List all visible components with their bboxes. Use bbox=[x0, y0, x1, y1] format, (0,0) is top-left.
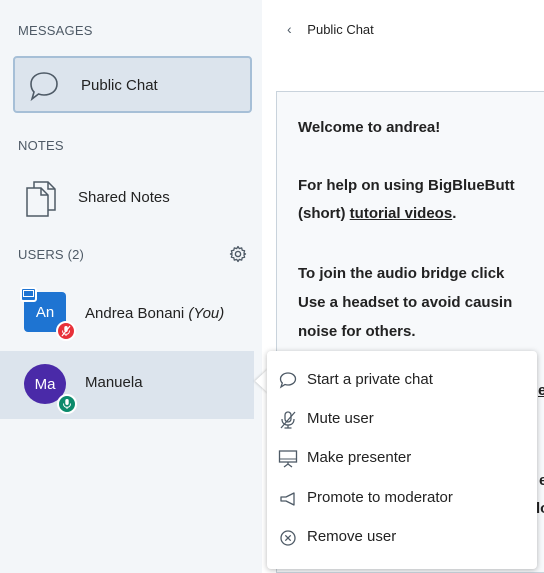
mic-unmuted-badge bbox=[57, 394, 77, 414]
megaphone-icon bbox=[278, 489, 298, 514]
menu-item-remove-user[interactable]: Remove user bbox=[267, 518, 537, 556]
help-line-1: For help on using BigBlueButt bbox=[298, 177, 515, 194]
users-section-title: USERS (2) bbox=[18, 247, 85, 262]
user-row-andrea[interactable]: An Andrea Bonani (You) bbox=[0, 282, 254, 350]
menu-item-start-private-chat[interactable]: Start a private chat bbox=[267, 361, 537, 399]
tutorial-videos-link[interactable]: tutorial videos bbox=[350, 205, 453, 222]
public-chat-item[interactable]: Public Chat bbox=[13, 56, 252, 113]
you-label: (You) bbox=[188, 305, 225, 322]
menu-item-label: Make presenter bbox=[307, 449, 412, 466]
shared-notes-item[interactable]: Shared Notes bbox=[13, 175, 252, 223]
avatar-initials: Ma bbox=[34, 375, 56, 393]
back-chevron-icon[interactable]: ‹ bbox=[287, 21, 292, 37]
mic-muted-badge bbox=[56, 321, 76, 341]
presentation-icon bbox=[278, 449, 298, 474]
audio-line-1: To join the audio bridge click bbox=[298, 265, 505, 282]
gear-icon[interactable] bbox=[229, 245, 247, 268]
audio-line-3: noise for others. bbox=[298, 323, 416, 340]
mic-muted-icon bbox=[61, 325, 71, 337]
presentation-icon bbox=[23, 290, 34, 297]
welcome-line: Welcome to andrea! bbox=[298, 119, 441, 136]
user-name: Andrea Bonani (You) bbox=[85, 305, 224, 322]
shared-notes-label: Shared Notes bbox=[78, 189, 170, 206]
partial-text-1: e bbox=[538, 382, 544, 399]
user-context-menu: Start a private chat Mute user Make pres… bbox=[267, 351, 537, 569]
user-name-text: Andrea Bonani bbox=[85, 305, 185, 322]
messages-section-title: MESSAGES bbox=[18, 23, 93, 38]
chat-bubble-icon bbox=[278, 371, 298, 394]
chat-header[interactable]: ‹ Public Chat bbox=[287, 21, 374, 37]
document-icon bbox=[24, 178, 58, 223]
menu-item-promote-to-moderator[interactable]: Promote to moderator bbox=[267, 479, 537, 517]
menu-item-label: Promote to moderator bbox=[307, 489, 453, 506]
welcome-name: andrea bbox=[386, 119, 436, 136]
menu-item-label: Mute user bbox=[307, 410, 374, 427]
menu-item-make-presenter[interactable]: Make presenter bbox=[267, 439, 537, 477]
avatar-initials: An bbox=[35, 303, 55, 321]
public-chat-label: Public Chat bbox=[81, 77, 158, 94]
audio-line-2: Use a headset to avoid causin bbox=[298, 294, 513, 311]
menu-item-label: Start a private chat bbox=[307, 371, 433, 388]
user-name: Manuela bbox=[85, 374, 143, 391]
close-circle-icon bbox=[278, 528, 298, 553]
help-line-2: (short) tutorial videos. bbox=[298, 205, 457, 222]
notes-section-title: NOTES bbox=[18, 138, 64, 153]
mic-muted-icon bbox=[278, 410, 298, 435]
mic-icon bbox=[63, 399, 71, 409]
partial-text-2: e bbox=[539, 472, 544, 489]
user-row-manuela[interactable]: Ma Manuela bbox=[0, 351, 254, 419]
presenter-badge bbox=[20, 287, 37, 302]
menu-item-mute-user[interactable]: Mute user bbox=[267, 400, 537, 438]
menu-item-label: Remove user bbox=[307, 528, 397, 545]
chat-title: Public Chat bbox=[307, 22, 374, 37]
sidebar: MESSAGES Public Chat NOTES Shared Notes … bbox=[0, 0, 262, 573]
chat-bubble-icon bbox=[27, 71, 61, 106]
partial-text-3: lo bbox=[536, 500, 544, 517]
